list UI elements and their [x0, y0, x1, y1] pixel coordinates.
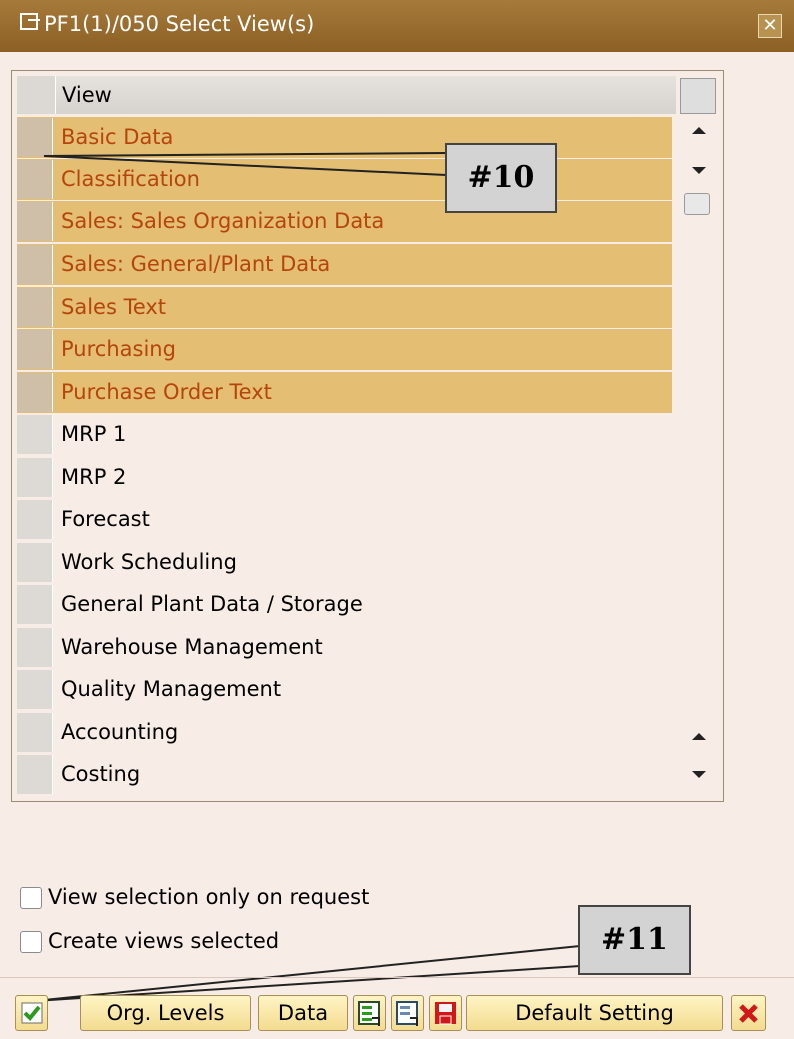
- deselect-all-button[interactable]: [391, 995, 424, 1031]
- cancel-icon: [739, 1004, 758, 1023]
- select-all-button[interactable]: [353, 995, 386, 1031]
- continue-button[interactable]: [15, 995, 48, 1031]
- option-create-views[interactable]: Create views selected: [20, 926, 279, 956]
- toolbar-divider: [0, 977, 794, 978]
- save-button[interactable]: [429, 995, 462, 1031]
- org-levels-button[interactable]: Org. Levels: [80, 995, 251, 1031]
- data-button[interactable]: Data: [258, 995, 348, 1031]
- deselect-all-icon: [396, 1001, 418, 1026]
- create-views-checkbox[interactable]: [20, 931, 42, 953]
- cancel-button[interactable]: [731, 995, 766, 1031]
- option-view-selection[interactable]: View selection only on request: [20, 882, 369, 912]
- checkmark-icon: [21, 1002, 43, 1024]
- save-icon: [435, 1002, 456, 1025]
- view-selection-checkbox[interactable]: [20, 887, 42, 909]
- view-selection-label: View selection only on request: [48, 885, 370, 909]
- create-views-label: Create views selected: [48, 929, 280, 953]
- default-setting-button[interactable]: Default Setting: [466, 995, 723, 1031]
- select-all-icon: [358, 1001, 380, 1026]
- callout-10: #10: [445, 143, 557, 213]
- callout-11: #11: [578, 905, 691, 975]
